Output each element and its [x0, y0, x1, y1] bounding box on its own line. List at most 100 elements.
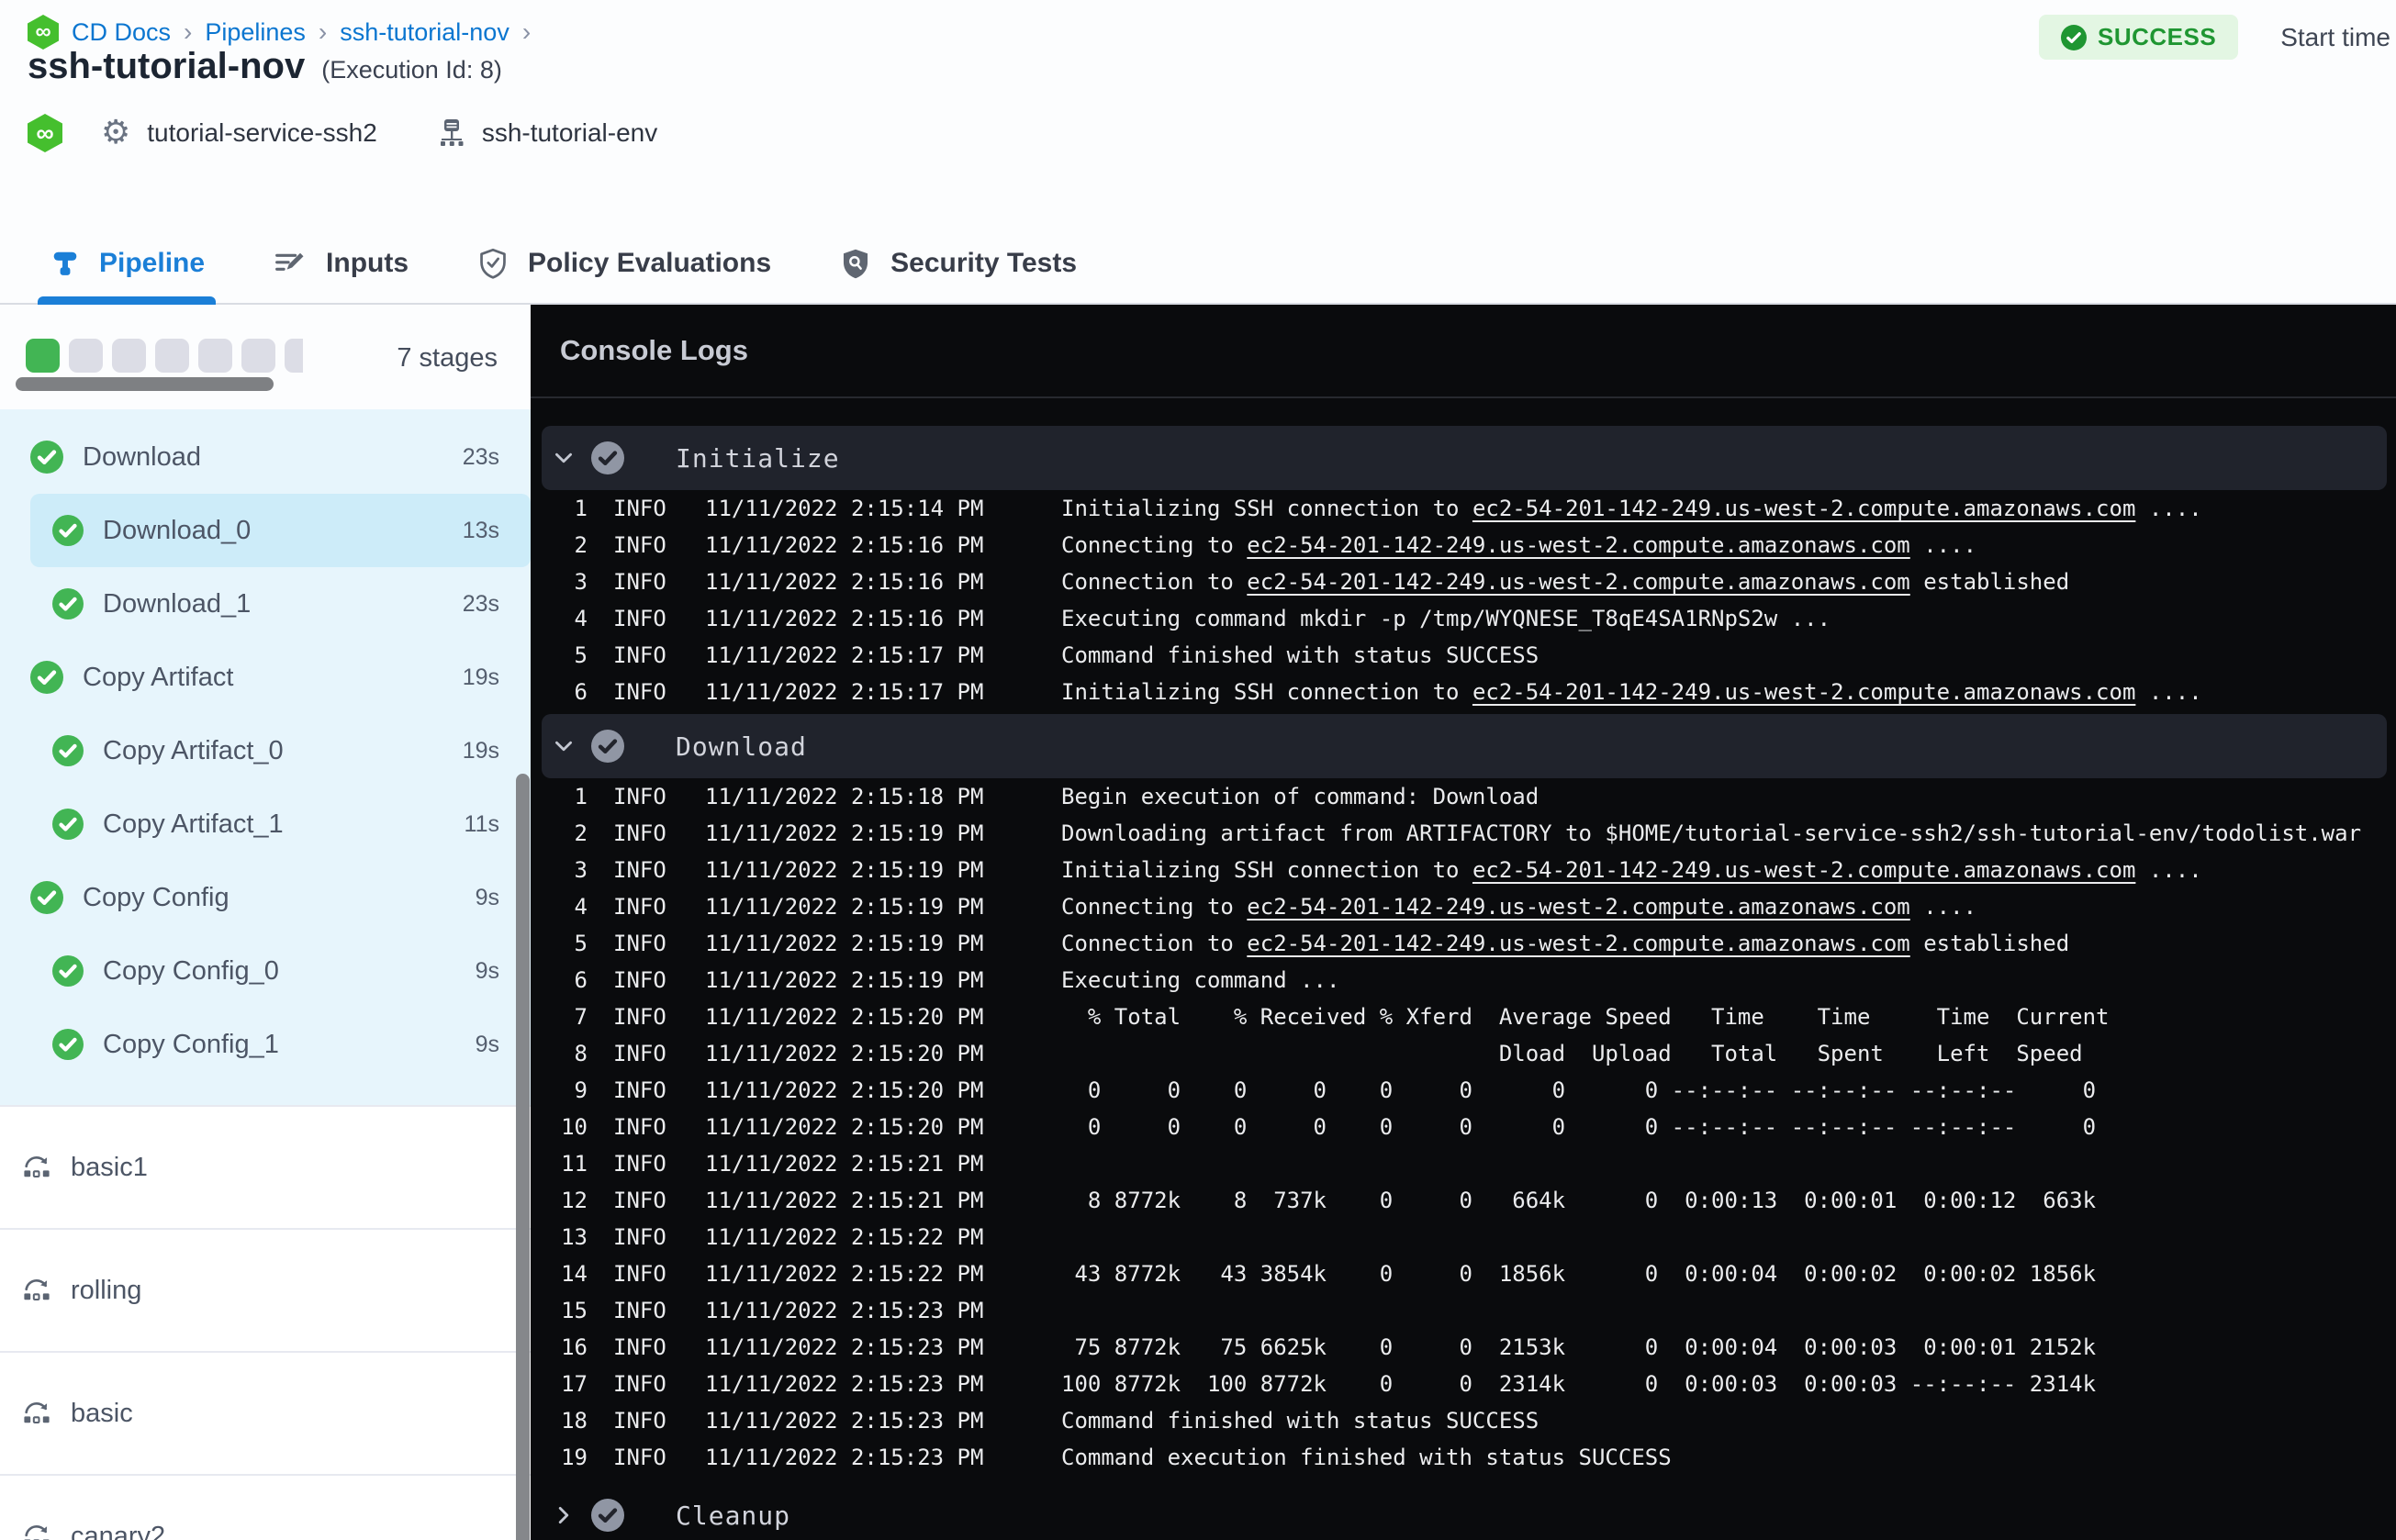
log-host-link[interactable]: ec2-54-201-142-249.us-west-2.compute.ama…: [1472, 679, 2135, 705]
service-env-row: ∞ ⚙ tutorial-service-ssh2 ssh-tutorial-e…: [28, 114, 657, 152]
log-line: 17 INFO 11/11/2022 2:15:23 PM 100 8772k 100…: [542, 1366, 2387, 1402]
tab-label: Pipeline: [99, 248, 206, 278]
harness-cd-logo-icon: ∞: [28, 15, 59, 50]
tab-inputs[interactable]: Inputs: [274, 224, 409, 303]
chevron-down-icon[interactable]: [543, 446, 584, 470]
step-row-copy-artifact[interactable]: Copy Artifact 19s: [0, 641, 531, 714]
tab-policy-evaluations[interactable]: Policy Evaluations: [478, 224, 771, 303]
log-text: Connection to: [1061, 569, 1248, 595]
log-level: INFO: [613, 606, 666, 631]
log-timestamp: 11/11/2022 2:15:19 PM: [705, 857, 984, 883]
log-level: INFO: [613, 894, 666, 920]
log-section-download: Download 1 INFO 11/11/2022 2:15:18 PM Begin …: [542, 714, 2387, 1476]
step-name: Copy Config_1: [103, 1029, 279, 1059]
log-timestamp: 11/11/2022 2:15:20 PM: [705, 1004, 984, 1030]
log-level: INFO: [613, 642, 666, 668]
log-message: 0 0 0 0 0 0 0 0 --:--:-- --:--:-- --:--:…: [1061, 1077, 2097, 1103]
log-line-number: 12: [561, 1188, 588, 1213]
console-log-area[interactable]: Initialize 1 INFO 11/11/2022 2:15:14 PM Init…: [531, 396, 2396, 1540]
log-section-header-initialize[interactable]: Initialize: [542, 426, 2387, 490]
log-line: 11 INFO 11/11/2022 2:15:21 PM: [542, 1145, 2387, 1182]
step-row-copy-config-1[interactable]: Copy Config_1 9s: [0, 1008, 531, 1081]
step-row-copy-config[interactable]: Copy Config 9s: [0, 861, 531, 934]
environment-item[interactable]: ssh-tutorial-env: [438, 117, 657, 149]
log-level: INFO: [613, 1371, 666, 1397]
log-section-header-download[interactable]: Download: [542, 714, 2387, 778]
chevron-down-icon[interactable]: [543, 734, 584, 758]
log-host-link[interactable]: ec2-54-201-142-249.us-west-2.compute.ama…: [1247, 569, 1909, 595]
step-row-copy-artifact-1[interactable]: Copy Artifact_1 11s: [0, 787, 531, 861]
log-timestamp: 11/11/2022 2:15:19 PM: [705, 820, 984, 846]
pipeline-stage-name: basic1: [71, 1152, 148, 1182]
log-timestamp: 11/11/2022 2:15:23 PM: [705, 1445, 984, 1470]
stage-count-label: 7 stages: [397, 343, 498, 373]
log-timestamp: 11/11/2022 2:15:21 PM: [705, 1151, 984, 1177]
tab-label: Inputs: [326, 248, 409, 278]
tab-pipeline[interactable]: Pipeline: [37, 224, 217, 305]
step-name: Download_0: [103, 515, 252, 545]
horizontal-scrollbar[interactable]: [16, 377, 274, 391]
log-line: 12 INFO 11/11/2022 2:15:21 PM 8 8772k 8 73…: [542, 1182, 2387, 1219]
log-section-header-cleanup[interactable]: Cleanup: [542, 1483, 2387, 1540]
log-host-link[interactable]: ec2-54-201-142-249.us-west-2.compute.ama…: [1247, 894, 1909, 920]
pipeline-stage-basic1[interactable]: basic1: [0, 1105, 531, 1228]
console-panel: Console Logs Initialize 1 INFO 11/11/2022 2…: [531, 305, 2396, 1540]
pipeline-stage-canary2[interactable]: canary2: [0, 1474, 531, 1540]
log-level: INFO: [613, 931, 666, 956]
step-row-copy-artifact-0[interactable]: Copy Artifact_0 19s: [0, 714, 531, 787]
service-item[interactable]: ⚙ tutorial-service-ssh2: [101, 117, 377, 150]
log-timestamp: 11/11/2022 2:15:20 PM: [705, 1041, 984, 1066]
log-line-number: 1: [574, 496, 588, 521]
log-host-link[interactable]: ec2-54-201-142-249.us-west-2.compute.ama…: [1247, 931, 1909, 956]
breadcrumb-link-project[interactable]: CD Docs: [72, 18, 171, 47]
success-check-icon: [52, 809, 84, 840]
log-text: ....: [2135, 679, 2202, 705]
pipeline-stage-basic[interactable]: basic: [0, 1351, 531, 1474]
log-line-number: 2: [574, 532, 588, 558]
step-row-download-1[interactable]: Download_1 23s: [0, 567, 531, 641]
log-timestamp: 11/11/2022 2:15:16 PM: [705, 532, 984, 558]
log-level: INFO: [613, 1004, 666, 1030]
log-host-link[interactable]: ec2-54-201-142-249.us-west-2.compute.ama…: [1247, 532, 1909, 558]
chevron-right-icon[interactable]: [543, 1503, 584, 1527]
step-row-copy-config-0[interactable]: Copy Config_0 9s: [0, 934, 531, 1008]
page-title: ssh-tutorial-nov: [28, 46, 306, 86]
log-level: INFO: [613, 1334, 666, 1360]
stage-progress-square: [241, 339, 275, 373]
log-line-number: 9: [574, 1077, 588, 1103]
log-timestamp: 11/11/2022 2:15:22 PM: [705, 1224, 984, 1250]
vertical-scrollbar[interactable]: [516, 774, 530, 1540]
log-text: Command execution finished with status S…: [1061, 1445, 1672, 1470]
success-check-icon: [30, 661, 63, 694]
log-level: INFO: [613, 1224, 666, 1250]
tab-bar: Pipeline Inputs Policy Evaluations Secur…: [0, 224, 2396, 305]
step-row-download-0[interactable]: Download_0 13s: [30, 494, 531, 567]
log-line: 6 INFO 11/11/2022 2:15:19 PM Executing comm…: [542, 962, 2387, 999]
log-line: 2 INFO 11/11/2022 2:15:16 PM Connecting to …: [542, 527, 2387, 564]
step-name: Download: [83, 441, 201, 472]
stage-progress-square: [285, 339, 303, 373]
log-host-link[interactable]: ec2-54-201-142-249.us-west-2.compute.ama…: [1472, 857, 2135, 883]
log-message: 43 8772k 43 3854k 0 0 1856k 0 0:00:04 0:…: [1061, 1261, 2097, 1287]
section-title: Download: [676, 731, 807, 762]
log-text: Initializing SSH connection to: [1061, 496, 1472, 521]
tab-label: Policy Evaluations: [528, 248, 772, 278]
breadcrumb-link-pipelines[interactable]: Pipelines: [205, 18, 306, 47]
log-text: Initializing SSH connection to: [1061, 857, 1472, 883]
log-line: 4 INFO 11/11/2022 2:15:19 PM Connecting to …: [542, 888, 2387, 925]
log-line-number: 19: [561, 1445, 588, 1470]
step-row-download[interactable]: Download 23s: [0, 420, 531, 494]
log-line-number: 1: [574, 784, 588, 809]
log-message: 75 8772k 75 6625k 0 0 2153k 0 0:00:04 0:…: [1061, 1334, 2097, 1360]
harness-cd-logo-icon: ∞: [28, 114, 62, 152]
log-message: Initializing SSH connection to ec2-54-20…: [1061, 496, 2202, 521]
log-line-number: 2: [574, 820, 588, 846]
log-line: 13 INFO 11/11/2022 2:15:22 PM: [542, 1219, 2387, 1255]
pipeline-stage-name: basic: [71, 1398, 133, 1428]
pipeline-stage-rolling[interactable]: rolling: [0, 1228, 531, 1351]
page-header: ∞ CD Docs › Pipelines › ssh-tutorial-nov…: [0, 0, 2396, 305]
rollback-icon: [21, 1276, 52, 1305]
tab-security-tests[interactable]: Security Tests: [841, 224, 1077, 303]
breadcrumb-link-pipeline[interactable]: ssh-tutorial-nov: [340, 18, 509, 47]
log-host-link[interactable]: ec2-54-201-142-249.us-west-2.compute.ama…: [1472, 496, 2135, 521]
